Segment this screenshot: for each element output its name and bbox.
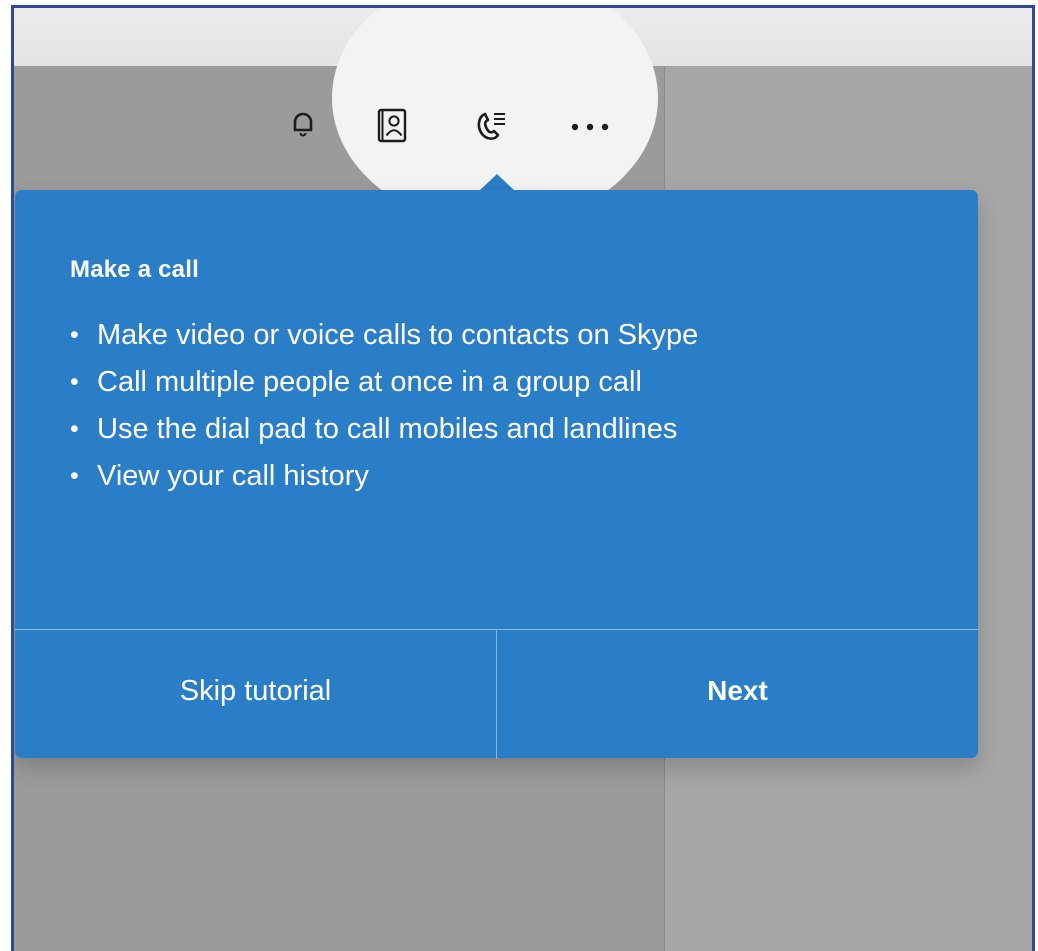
skip-tutorial-button[interactable]: Skip tutorial — [15, 630, 497, 759]
list-item: View your call history — [70, 459, 930, 494]
tutorial-bullet-list: Make video or voice calls to contacts on… — [70, 318, 930, 506]
tutorial-footer: Skip tutorial Next — [15, 629, 978, 759]
contacts-icon[interactable] — [373, 105, 413, 147]
list-item: Make video or voice calls to contacts on… — [70, 318, 930, 353]
app-window: Make a call Make video or voice calls to… — [11, 5, 1035, 951]
next-button[interactable]: Next — [497, 630, 978, 759]
call-history-icon[interactable] — [472, 105, 512, 147]
tooltip-pointer — [479, 174, 515, 191]
bell-icon[interactable] — [288, 106, 318, 146]
list-item: Use the dial pad to call mobiles and lan… — [70, 412, 930, 447]
tutorial-title: Make a call — [70, 256, 199, 283]
more-options-icon[interactable] — [567, 112, 613, 142]
tutorial-tooltip: Make a call Make video or voice calls to… — [15, 190, 978, 759]
list-item: Call multiple people at once in a group … — [70, 365, 930, 400]
